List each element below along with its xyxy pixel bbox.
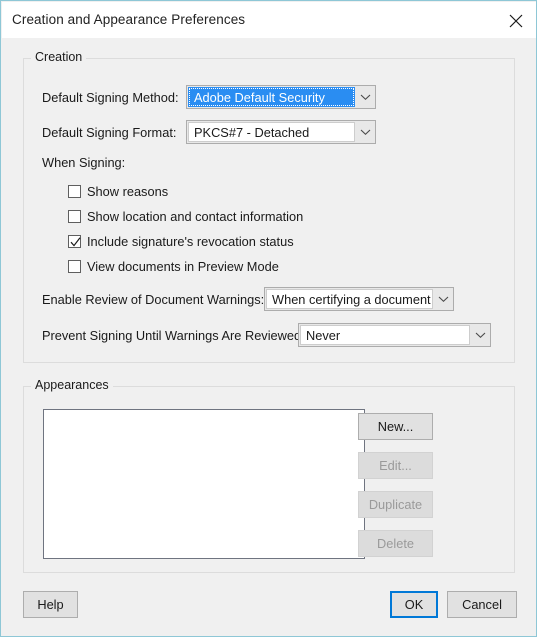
enable-review-value: When certifying a document <box>266 289 433 309</box>
checkbox-show-reasons[interactable]: Show reasons <box>68 183 168 199</box>
enable-review-label: Enable Review of Document Warnings: <box>42 292 265 307</box>
chevron-down-icon <box>355 86 375 108</box>
dialog-title: Creation and Appearance Preferences <box>12 12 246 27</box>
cancel-button[interactable]: Cancel <box>447 591 517 618</box>
default-signing-format-value: PKCS#7 - Detached <box>188 122 355 142</box>
checkbox-label: Show location and contact information <box>87 208 304 224</box>
creation-group-title: Creation <box>31 50 87 64</box>
default-signing-method-value: Adobe Default Security <box>188 87 355 107</box>
prevent-signing-label: Prevent Signing Until Warnings Are Revie… <box>42 328 305 343</box>
checkbox-box <box>68 259 81 273</box>
checkbox-box <box>68 209 81 223</box>
help-button[interactable]: Help <box>23 591 78 618</box>
preferences-dialog: Creation and Appearance Preferences Crea… <box>0 0 537 637</box>
checkbox-include-revocation-status[interactable]: Include signature's revocation status <box>68 233 294 249</box>
prevent-signing-value: Never <box>300 325 470 345</box>
checkbox-box <box>68 234 81 248</box>
appearances-list[interactable] <box>43 409 365 559</box>
default-signing-format-label: Default Signing Format: <box>42 125 177 140</box>
chevron-down-icon <box>355 121 375 143</box>
delete-button: Delete <box>358 530 433 557</box>
default-signing-method-label: Default Signing Method: <box>42 90 179 105</box>
chevron-down-icon <box>470 324 490 346</box>
checkbox-label: View documents in Preview Mode <box>87 258 279 274</box>
duplicate-button: Duplicate <box>358 491 433 518</box>
enable-review-select[interactable]: When certifying a document <box>264 287 454 311</box>
appearances-group-title: Appearances <box>31 378 113 392</box>
prevent-signing-select[interactable]: Never <box>298 323 491 347</box>
checkbox-label: Include signature's revocation status <box>87 233 294 249</box>
new-button[interactable]: New... <box>358 413 433 440</box>
ok-button[interactable]: OK <box>390 591 438 618</box>
checkbox-box <box>68 184 81 198</box>
title-bar: Creation and Appearance Preferences <box>2 2 536 39</box>
checkbox-label: Show reasons <box>87 183 169 199</box>
when-signing-label: When Signing: <box>42 155 126 170</box>
close-button[interactable] <box>495 2 536 37</box>
checkmark-icon <box>70 236 81 247</box>
edit-button: Edit... <box>358 452 433 479</box>
checkbox-show-location-and-contact[interactable]: Show location and contact information <box>68 208 303 224</box>
chevron-down-icon <box>433 288 453 310</box>
checkbox-view-documents-preview-mode[interactable]: View documents in Preview Mode <box>68 258 279 274</box>
default-signing-method-select[interactable]: Adobe Default Security <box>186 85 376 109</box>
default-signing-format-select[interactable]: PKCS#7 - Detached <box>186 120 376 144</box>
